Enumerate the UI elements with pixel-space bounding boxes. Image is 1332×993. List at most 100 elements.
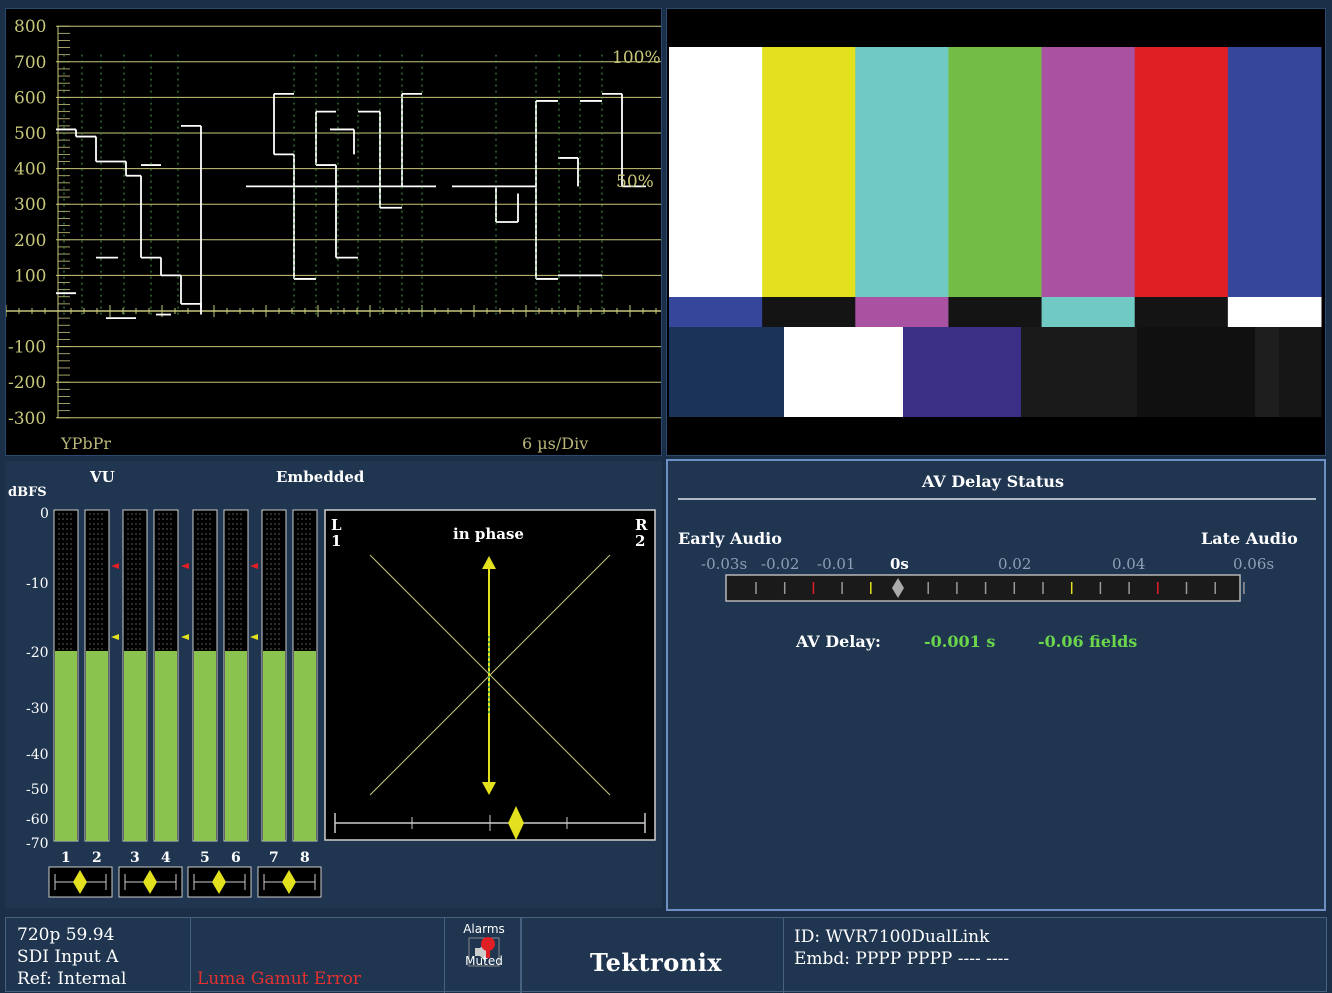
peak-marker	[111, 563, 119, 569]
dbfs-tick-label: -10	[26, 576, 49, 592]
channel-number: 5	[200, 850, 210, 866]
y-tick-label: 300	[14, 195, 46, 215]
vu-level-fill	[86, 651, 108, 841]
dbfs-label: dBFS	[8, 485, 47, 500]
late-audio-label: Late Audio	[1201, 529, 1298, 548]
channel-number: 3	[130, 850, 140, 866]
y-tick-label: 500	[14, 124, 46, 144]
waveform-100pct-label: 100%	[612, 48, 661, 68]
brand-area: Tektronix	[522, 918, 784, 993]
av-scale-label: 0.04	[1112, 555, 1145, 573]
reverse-bar	[762, 297, 856, 327]
embedded-status: Embd: PPPP PPPP ---- ----	[794, 949, 1010, 969]
color-bar	[948, 47, 1043, 297]
dbfs-tick-label: 0	[40, 506, 49, 522]
color-bar	[1134, 47, 1229, 297]
av-scale-label: -0.03s	[701, 555, 747, 573]
av-delay-panel[interactable]: AV Delay Status Early Audio Late Audio -…	[666, 459, 1326, 911]
vu-level-fill	[263, 651, 285, 841]
peak-marker	[181, 563, 189, 569]
reverse-bar	[1134, 297, 1229, 327]
dbfs-tick-label: -70	[26, 836, 49, 852]
dbfs-tick-label: -30	[26, 701, 49, 717]
pluge-bar	[1279, 327, 1322, 417]
audio-meters: VU Embedded dBFS 0-10-20-30-40-50-60-70 …	[8, 468, 656, 898]
waveform-panel[interactable]: 800 700 600 500 400 300 200 100 -100 -200 -300 100…	[5, 8, 662, 456]
pair-phase-indicator	[187, 866, 252, 898]
av-delay-title: AV Delay Status	[921, 472, 1064, 491]
alarms-button[interactable]: Alarms Muted	[444, 918, 522, 993]
reverse-bar	[1227, 297, 1322, 327]
channel-number: 1	[61, 850, 71, 866]
picture-panel[interactable]	[666, 8, 1326, 456]
early-audio-label: Early Audio	[678, 529, 782, 548]
waveform-sweep-label: 6 µs/Div	[522, 434, 588, 453]
reverse-bar	[855, 297, 949, 327]
lissajous-right-num: 2	[635, 532, 645, 550]
color-bar	[1041, 47, 1136, 297]
pluge-bar	[1255, 327, 1280, 417]
pluge-bar	[1137, 327, 1256, 417]
av-scale-label: 0.06s	[1233, 555, 1274, 573]
signal-info: 720p 59.94 SDI Input A Ref: Internal	[6, 918, 191, 993]
pair-phase-indicator	[257, 866, 322, 898]
error-message: Luma Gamut Error	[197, 969, 361, 989]
pluge-bar	[903, 327, 1022, 417]
y-tick-label: -100	[8, 338, 46, 358]
vu-level-fill	[55, 651, 77, 841]
channel-number: 7	[269, 850, 279, 866]
pluge-bar	[669, 327, 785, 417]
input-source: SDI Input A	[17, 947, 119, 967]
pair-phase-indicator	[118, 866, 183, 898]
av-delay-scale-bar	[725, 574, 1241, 602]
waveform-graph: 800 700 600 500 400 300 200 100 -100 -200 -300 100…	[6, 17, 661, 453]
av-delay-label: AV Delay:	[795, 632, 881, 651]
color-bar	[855, 47, 949, 297]
channel-number: 8	[300, 850, 310, 866]
color-bar	[762, 47, 856, 297]
av-scale-label: 0.02	[998, 555, 1031, 573]
color-bars-picture	[669, 47, 1322, 417]
reverse-bar	[669, 297, 763, 327]
reference-marker	[111, 634, 119, 640]
y-tick-label: 100	[14, 266, 46, 286]
channel-number: 2	[92, 850, 102, 866]
av-delay-fields: -0.06 fields	[1038, 632, 1137, 651]
waveform-50pct-label: 50%	[616, 172, 654, 192]
vu-level-fill	[225, 651, 247, 841]
reference-marker	[250, 634, 258, 640]
y-tick-label: 800	[14, 17, 46, 37]
color-bar	[1227, 47, 1322, 297]
y-tick-label: 600	[14, 88, 46, 108]
phase-status-text: in phase	[453, 525, 524, 543]
reference-source: Ref: Internal	[17, 969, 127, 989]
instrument-id: ID: WVR7100DualLink	[794, 927, 990, 947]
av-scale-label: 0s	[890, 555, 909, 573]
y-tick-label: 400	[14, 160, 46, 180]
channel-number: 4	[161, 850, 171, 866]
y-tick-label: -300	[8, 409, 46, 429]
dbfs-tick-label: -40	[26, 747, 49, 763]
dbfs-tick-label: -60	[26, 812, 49, 828]
av-delay-seconds: -0.001 s	[924, 632, 995, 651]
av-scale-label: -0.01	[817, 555, 855, 573]
lissajous-left-num: 1	[331, 532, 341, 550]
tektronix-logo: Tektronix	[590, 948, 723, 977]
vu-level-fill	[155, 651, 177, 841]
reference-marker	[181, 634, 189, 640]
dbfs-tick-label: -20	[26, 645, 49, 661]
peak-marker	[250, 563, 258, 569]
dbfs-tick-label: -50	[26, 782, 49, 798]
pluge-bar	[784, 327, 904, 417]
reverse-bar	[948, 297, 1043, 327]
vu-level-fill	[124, 651, 146, 841]
embedded-label: Embedded	[276, 468, 365, 486]
vu-label: VU	[89, 468, 115, 486]
muted-label: Muted	[465, 954, 503, 968]
pluge-bar	[1021, 327, 1138, 417]
y-tick-label: 200	[14, 231, 46, 251]
status-bar: 720p 59.94 SDI Input A Ref: Internal Lum…	[5, 917, 1327, 993]
waveform-mode-label: YPbPr	[60, 434, 111, 453]
av-scale-label: -0.02	[761, 555, 799, 573]
audio-panel[interactable]: VU Embedded dBFS 0 -10 -20 -30 -40 -50 -60 -70 …	[5, 461, 662, 908]
